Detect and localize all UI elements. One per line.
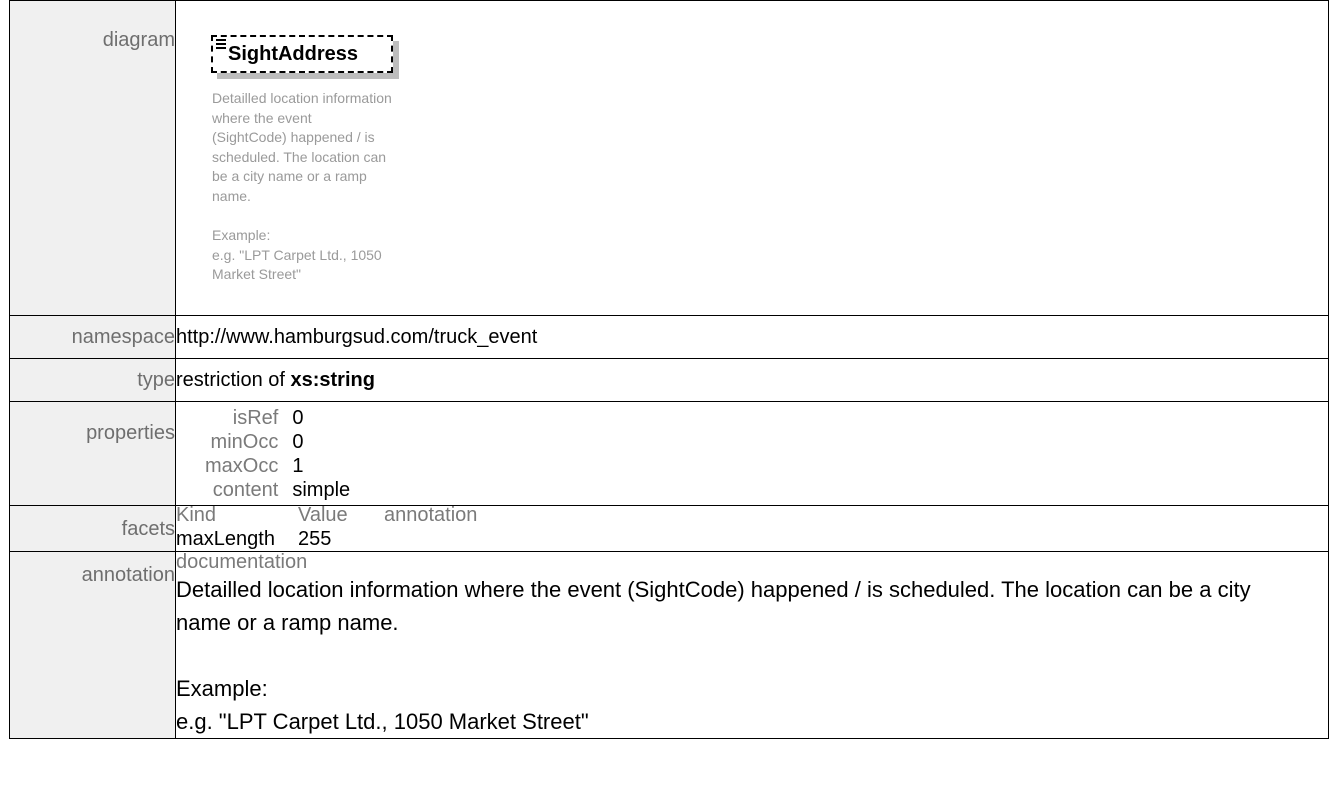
annotation-label: annotation [9,551,176,739]
diagram-cell: SightAddress Detailled location informat… [175,0,1329,316]
facet-kind: maxLength [176,528,275,550]
properties-cell: isRef 0 minOcc 0 maxOcc 1 content simple [175,401,1329,506]
property-value: 0 [292,431,304,453]
facets-header-row: Kind Value annotation [176,503,477,527]
type-label: type [9,358,176,402]
facets-label: facets [9,505,176,552]
property-key: maxOcc [205,455,279,477]
facets-row: facets Kind Value annotation maxLength 2… [9,503,1329,552]
type-base-link[interactable]: xs:string [290,369,374,391]
diagram-row: diagram SightAddress Detailled location … [9,0,1329,316]
facet-annotation [384,527,477,551]
annotation-text: Detailled location information where the… [176,577,1251,734]
facets-header-value: Value [298,504,348,526]
facets-cell: Kind Value annotation maxLength 255 [175,503,1329,552]
schema-doc-table: diagram SightAddress Detailled location … [9,0,1329,739]
diagram-documentation: Detailled location information where the… [212,90,392,283]
property-row: minOcc 0 [205,430,350,454]
facet-row: maxLength 255 [176,527,477,551]
type-row: type restriction of xs:string [9,358,1329,402]
properties-label: properties [9,401,176,506]
namespace-label: namespace [9,315,176,359]
property-value: 1 [292,455,304,477]
annotation-cell: documentation Detailled location informa… [175,551,1329,739]
property-key: minOcc [210,431,279,453]
namespace-row: namespace http://www.hamburgsud.com/truc… [9,315,1329,359]
element-box[interactable]: SightAddress [211,35,393,73]
property-row: isRef 0 [205,406,350,430]
property-key: isRef [232,407,279,429]
properties-table: isRef 0 minOcc 0 maxOcc 1 content simple [205,406,350,502]
facets-header-kind: Kind [176,504,217,526]
property-value: simple [292,479,351,501]
namespace-value: http://www.hamburgsud.com/truck_event [175,315,1329,359]
properties-row: properties isRef 0 minOcc 0 maxOcc 1 conten… [9,401,1329,506]
facet-value: 255 [298,528,332,550]
facets-header-annotation: annotation [384,504,478,526]
diagram-canvas: SightAddress Detailled location informat… [176,1,1328,314]
property-row: content simple [205,478,350,502]
annotation-row: annotation documentation Detailled locat… [9,551,1329,739]
documentation-lines-icon [216,39,226,51]
element-name: SightAddress [228,43,359,65]
facets-table: Kind Value annotation maxLength 255 [176,503,477,551]
property-key: content [212,479,279,501]
type-prefix: restriction of [176,368,291,391]
type-value: restriction of xs:string [175,358,1329,402]
annotation-heading: documentation [176,551,308,573]
property-value: 0 [292,407,304,429]
diagram-label: diagram [9,0,176,316]
property-row: maxOcc 1 [205,454,350,478]
